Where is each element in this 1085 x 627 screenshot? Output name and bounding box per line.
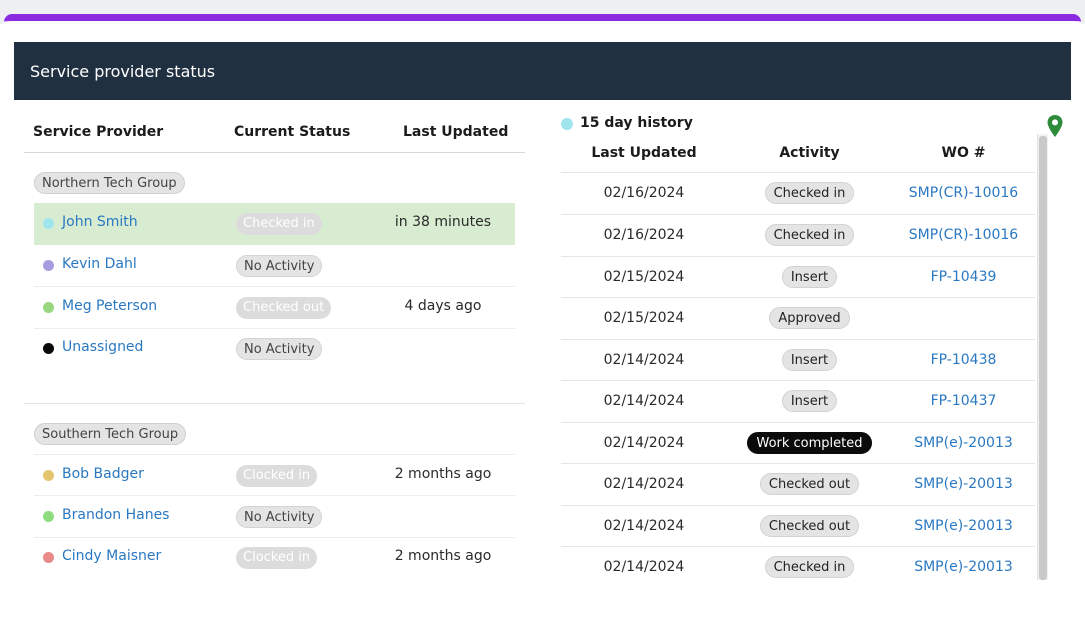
- status-dot: [43, 343, 54, 354]
- status-badge: Clocked in: [236, 547, 318, 569]
- provider-row[interactable]: Kevin Dahl No Activity: [34, 245, 515, 287]
- work-order-link[interactable]: SMP(CR)-10016: [892, 185, 1035, 201]
- history-legend-dot: [561, 118, 573, 130]
- history-row: 02/14/2024 Checked out SMP(e)-20013: [561, 463, 1035, 505]
- activity-badge: Checked out: [759, 473, 860, 495]
- work-order-link[interactable]: FP-10439: [892, 269, 1035, 285]
- provider-row[interactable]: Cindy Maisner Clocked in 2 months ago: [34, 537, 515, 579]
- history-row: 02/15/2024 Approved: [561, 297, 1035, 339]
- group-divider: [24, 403, 525, 404]
- status-dot: [43, 302, 54, 313]
- last-updated: 4 days ago: [404, 298, 482, 314]
- status-dot: [43, 470, 54, 481]
- provider-row[interactable]: John Smith Checked in in 38 minutes: [34, 203, 515, 245]
- provider-name-link[interactable]: Bob Badger: [62, 466, 144, 482]
- provider-name-link[interactable]: Cindy Maisner: [62, 548, 161, 564]
- history-date: 02/14/2024: [603, 559, 685, 575]
- history-date: 02/16/2024: [603, 227, 685, 243]
- provider-row[interactable]: Meg Peterson Checked out 4 days ago: [34, 287, 515, 329]
- status-dot: [43, 260, 54, 271]
- history-date: 02/15/2024: [603, 269, 685, 285]
- status-dot: [43, 218, 54, 229]
- col-header-updated[interactable]: Last Updated: [403, 124, 508, 140]
- history-date: 02/14/2024: [603, 352, 685, 368]
- work-order-link[interactable]: SMP(e)-20013: [892, 476, 1035, 492]
- activity-badge: Approved: [769, 307, 850, 329]
- history-label: 15 day history: [580, 115, 693, 131]
- history-row: 02/14/2024 Insert FP-10437: [561, 380, 1035, 422]
- panel-title: Service provider status: [30, 62, 216, 81]
- last-updated: 2 months ago: [394, 548, 492, 564]
- work-order-link[interactable]: SMP(e)-20013: [892, 435, 1035, 451]
- last-updated: in 38 minutes: [394, 214, 492, 230]
- status-badge: No Activity: [236, 338, 323, 360]
- history-row: 02/14/2024 Checked out SMP(e)-20013: [561, 505, 1035, 547]
- status-dot: [43, 511, 54, 522]
- status-dot: [43, 552, 54, 563]
- status-badge: Checked in: [236, 213, 322, 235]
- history-header-wo[interactable]: WO #: [892, 145, 1035, 161]
- status-badge: Clocked in: [236, 465, 318, 487]
- status-badge: Checked out: [236, 297, 332, 319]
- header-divider: [24, 152, 525, 153]
- provider-name-link[interactable]: Brandon Hanes: [62, 507, 169, 523]
- history-date: 02/16/2024: [603, 185, 685, 201]
- activity-badge: Insert: [781, 266, 838, 288]
- activity-badge: Insert: [781, 349, 838, 371]
- activity-badge: Checked out: [759, 515, 860, 537]
- last-updated: 2 months ago: [394, 466, 492, 482]
- status-badge: No Activity: [236, 506, 323, 528]
- history-header-date[interactable]: Last Updated: [561, 145, 727, 161]
- status-badge: No Activity: [236, 255, 323, 277]
- activity-badge: Work completed: [747, 432, 872, 454]
- scrollbar-thumb[interactable]: [1039, 136, 1047, 580]
- history-date: 02/14/2024: [603, 518, 685, 534]
- panel-header: Service provider status: [14, 42, 1071, 100]
- history-date: 02/14/2024: [603, 393, 685, 409]
- group-chip-southern: Southern Tech Group: [34, 423, 187, 445]
- history-row: 02/14/2024 Work completed SMP(e)-20013: [561, 422, 1035, 464]
- work-order-link[interactable]: SMP(e)-20013: [892, 518, 1035, 534]
- history-row: 02/14/2024 Insert FP-10438: [561, 339, 1035, 381]
- provider-name-link[interactable]: Kevin Dahl: [62, 256, 137, 272]
- group-chip-northern: Northern Tech Group: [34, 172, 185, 194]
- provider-name-link[interactable]: Meg Peterson: [62, 298, 157, 314]
- history-date: 02/15/2024: [603, 310, 685, 326]
- provider-name-link[interactable]: John Smith: [62, 214, 138, 230]
- activity-badge: Checked in: [764, 182, 855, 204]
- work-order-link[interactable]: FP-10438: [892, 352, 1035, 368]
- work-order-link[interactable]: FP-10437: [892, 393, 1035, 409]
- history-row: 02/16/2024 Checked in SMP(CR)-10016: [561, 214, 1035, 256]
- history-header-activity[interactable]: Activity: [727, 145, 892, 161]
- provider-row[interactable]: Brandon Hanes No Activity: [34, 496, 515, 538]
- activity-badge: Checked in: [764, 224, 855, 246]
- map-pin-icon[interactable]: [1046, 114, 1064, 138]
- work-order-link[interactable]: SMP(e)-20013: [892, 559, 1035, 575]
- activity-badge: Checked in: [764, 556, 855, 578]
- col-header-provider[interactable]: Service Provider: [33, 124, 163, 140]
- col-header-status[interactable]: Current Status: [234, 124, 350, 140]
- provider-row[interactable]: Unassigned No Activity: [34, 328, 515, 370]
- history-date: 02/14/2024: [603, 435, 685, 451]
- work-order-link[interactable]: SMP(CR)-10016: [892, 227, 1035, 243]
- history-date: 02/14/2024: [603, 476, 685, 492]
- history-row: 02/16/2024 Checked in SMP(CR)-10016: [561, 172, 1035, 214]
- provider-name-link[interactable]: Unassigned: [62, 339, 143, 355]
- activity-badge: Insert: [781, 390, 838, 412]
- provider-row[interactable]: Bob Badger Clocked in 2 months ago: [34, 454, 515, 496]
- history-row: 02/15/2024 Insert FP-10439: [561, 256, 1035, 298]
- history-row: 02/14/2024 Checked in SMP(e)-20013: [561, 546, 1035, 588]
